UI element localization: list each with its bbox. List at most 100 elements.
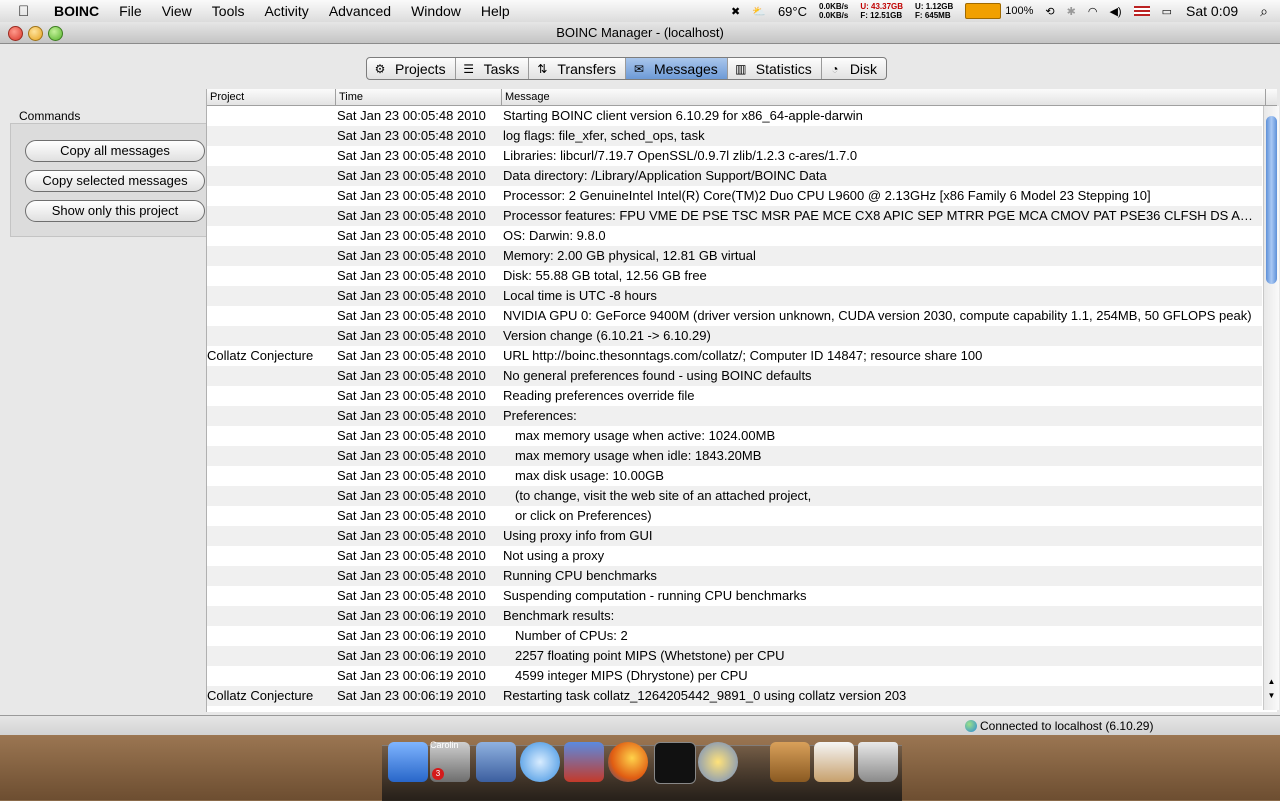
boinc-manager-window: BOINC Manager - (localhost) ⚙ Projects ☰ T… — [0, 22, 1280, 736]
zoom-button[interactable] — [48, 26, 63, 41]
table-row[interactable]: Sat Jan 23 00:05:48 2010 Suspending compu… — [207, 586, 1262, 606]
cell-time: Sat Jan 23 00:05:48 2010 — [337, 408, 486, 423]
table-row[interactable]: Sat Jan 23 00:05:48 2010 NVIDIA GPU 0: Ge… — [207, 306, 1262, 326]
scroll-down-arrow[interactable]: ▼ — [1264, 690, 1279, 702]
trash-icon[interactable] — [858, 742, 898, 782]
table-row[interactable]: Sat Jan 23 00:06:19 2010 2257 floating po… — [207, 646, 1262, 666]
table-row[interactable]: Sat Jan 23 00:05:48 2010 (to change, visi… — [207, 486, 1262, 506]
table-row[interactable]: Sat Jan 23 00:05:48 2010 Running CPU benc… — [207, 566, 1262, 586]
commands-panel: Commands Copy all messages Copy selected… — [0, 70, 207, 710]
show-only-this-project-button[interactable]: Show only this project — [25, 200, 205, 222]
scroll-up-arrow[interactable]: ▲ — [1264, 676, 1279, 688]
menu-extras: ✖ ⛅ 69°C 0.0KB/s 0.0KB/s U: 43.37GB F: 1… — [725, 0, 1280, 22]
mail-stamp-icon[interactable] — [476, 742, 516, 782]
table-row[interactable]: Sat Jan 23 00:05:48 2010 Version change (… — [207, 326, 1262, 346]
column-header-time[interactable]: Time — [336, 89, 502, 105]
table-row[interactable]: Collatz Conjecture Sat Jan 23 00:05:48 20… — [207, 346, 1262, 366]
column-header-message[interactable]: Message — [502, 89, 1266, 105]
tab-tasks[interactable]: ☰ Tasks — [456, 58, 530, 79]
menubar-clock[interactable]: Sat 0:09 — [1186, 3, 1238, 19]
table-row[interactable]: Sat Jan 23 00:05:48 2010 max memory usage… — [207, 446, 1262, 466]
memory-stats[interactable]: U: 1.12GB F: 645MB — [915, 2, 953, 20]
display-icon[interactable]: ▭ — [1162, 5, 1172, 18]
bluetooth-icon[interactable]: ✱ — [1067, 5, 1076, 18]
copy-selected-messages-button[interactable]: Copy selected messages — [25, 170, 205, 192]
spotlight-icon[interactable]: ⌕ — [1260, 3, 1268, 20]
cell-time: Sat Jan 23 00:05:48 2010 — [337, 488, 486, 503]
battery-menu[interactable]: 100% — [965, 3, 1033, 19]
tab-projects[interactable]: ⚙ Projects — [367, 58, 456, 79]
table-row[interactable]: Sat Jan 23 00:06:19 2010 4599 integer MIP… — [207, 666, 1262, 686]
apple-menu-icon[interactable]:  — [18, 3, 38, 20]
scroll-thumb[interactable] — [1266, 116, 1277, 284]
table-row[interactable]: Collatz Conjecture Sat Jan 23 00:06:19 20… — [207, 686, 1262, 706]
menu-file[interactable]: File — [119, 3, 142, 19]
table-row[interactable]: Sat Jan 23 00:05:48 2010 or click on Pref… — [207, 506, 1262, 526]
copy-all-messages-button[interactable]: Copy all messages — [25, 140, 205, 162]
table-row[interactable]: Sat Jan 23 00:05:48 2010 Processor featur… — [207, 206, 1262, 226]
menu-window[interactable]: Window — [411, 3, 461, 19]
itunes-icon[interactable] — [520, 742, 560, 782]
time-machine-icon[interactable]: ⟲ — [1045, 5, 1054, 18]
network-stats[interactable]: 0.0KB/s 0.0KB/s — [819, 2, 848, 20]
table-row[interactable]: Sat Jan 23 00:06:19 2010 Benchmark result… — [207, 606, 1262, 626]
input-flag-icon[interactable] — [1133, 6, 1150, 16]
table-row[interactable]: Sat Jan 23 00:05:48 2010 Local time is UT… — [207, 286, 1262, 306]
close-button[interactable] — [8, 26, 23, 41]
vertical-scrollbar[interactable]: ▲ ▼ — [1263, 106, 1279, 710]
table-row[interactable]: Sat Jan 23 00:05:48 2010 No general prefe… — [207, 366, 1262, 386]
tab-messages[interactable]: ✉ Messages — [625, 58, 728, 79]
menu-tools[interactable]: Tools — [212, 3, 245, 19]
home-folder-icon[interactable] — [814, 742, 854, 782]
tab-transfers[interactable]: ⇅ Transfers — [529, 58, 626, 79]
menu-help[interactable]: Help — [481, 3, 510, 19]
table-row[interactable]: Sat Jan 23 00:05:48 2010 log flags: file_… — [207, 126, 1262, 146]
boinc-status-icon[interactable]: ✖ — [731, 5, 740, 18]
table-row[interactable]: Sat Jan 23 00:05:48 2010 Using proxy info… — [207, 526, 1262, 546]
table-row[interactable]: Sat Jan 23 00:05:48 2010 Disk: 55.88 GB t… — [207, 266, 1262, 286]
table-row[interactable]: Sat Jan 23 00:05:48 2010 Processor: 2 Gen… — [207, 186, 1262, 206]
net-down: 0.0KB/s — [819, 2, 849, 11]
address-book-icon[interactable] — [770, 742, 810, 782]
table-row[interactable]: Sat Jan 23 00:06:19 2010 Number of CPUs: … — [207, 626, 1262, 646]
menu-activity[interactable]: Activity — [264, 3, 308, 19]
wifi-icon[interactable]: ◠ — [1088, 5, 1098, 18]
minimize-button[interactable] — [28, 26, 43, 41]
boinc-dock-icon[interactable] — [698, 742, 738, 782]
table-row[interactable]: Sat Jan 23 00:05:48 2010 max memory usage… — [207, 426, 1262, 446]
column-header-project[interactable]: Project — [207, 89, 336, 105]
cell-message: max memory usage when active: 1024.00MB — [515, 428, 776, 443]
weather-icon[interactable]: ⛅ — [752, 5, 766, 18]
firefox-icon[interactable] — [608, 742, 648, 782]
tab-label: Disk — [849, 60, 878, 77]
connection-globe-icon — [965, 720, 977, 732]
menu-advanced[interactable]: Advanced — [329, 3, 391, 19]
app-menu[interactable]: BOINC — [54, 3, 99, 19]
menu-view[interactable]: View — [162, 3, 192, 19]
tab-disk[interactable]: ◔ Disk — [822, 58, 886, 79]
disk-stats[interactable]: U: 43.37GB F: 12.51GB — [860, 2, 903, 20]
cell-time: Sat Jan 23 00:05:48 2010 — [337, 388, 486, 403]
table-row[interactable]: Sat Jan 23 00:05:48 2010 Memory: 2.00 GB … — [207, 246, 1262, 266]
temperature-readout[interactable]: 69°C — [778, 4, 807, 19]
table-row[interactable]: Sat Jan 23 00:05:48 2010 Starting BOINC c… — [207, 106, 1262, 126]
parallels-icon[interactable] — [564, 742, 604, 782]
cell-time: Sat Jan 23 00:05:48 2010 — [337, 528, 486, 543]
table-row[interactable]: Sat Jan 23 00:05:48 2010 Libraries: libcu… — [207, 146, 1262, 166]
table-row[interactable]: Sat Jan 23 00:05:48 2010 Preferences: — [207, 406, 1262, 426]
user-app-icon[interactable]: Carolin 3 — [430, 740, 470, 782]
cell-time: Sat Jan 23 00:06:19 2010 — [337, 668, 486, 683]
table-row[interactable]: Sat Jan 23 00:05:48 2010 Data directory: … — [207, 166, 1262, 186]
table-row[interactable]: Sat Jan 23 00:05:48 2010 max disk usage: … — [207, 466, 1262, 486]
cell-message: Reading preferences override file — [503, 388, 695, 403]
table-row[interactable]: Sat Jan 23 00:05:48 2010 Not using a prox… — [207, 546, 1262, 566]
cell-time: Sat Jan 23 00:05:48 2010 — [337, 148, 486, 163]
cell-message: Using proxy info from GUI — [503, 528, 653, 543]
table-row[interactable]: Sat Jan 23 00:05:48 2010 OS: Darwin: 9.8.… — [207, 226, 1262, 246]
finder-icon[interactable] — [388, 742, 428, 782]
tab-statistics[interactable]: ▥ Statistics — [728, 58, 822, 79]
table-row[interactable]: Sat Jan 23 00:05:48 2010 Reading preferen… — [207, 386, 1262, 406]
mem-free: F: 645MB — [915, 11, 951, 20]
volume-icon[interactable]: ◀) — [1109, 5, 1121, 18]
terminal-icon[interactable] — [654, 742, 696, 784]
